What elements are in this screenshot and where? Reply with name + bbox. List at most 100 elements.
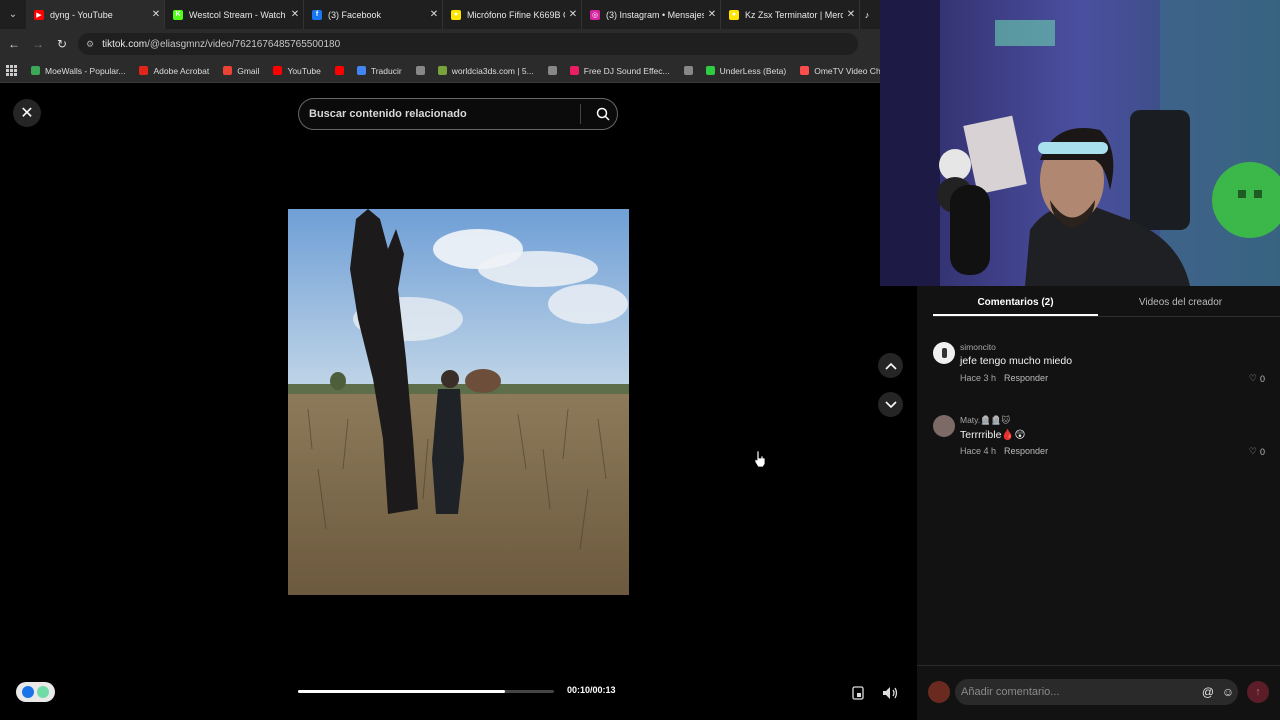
comment-text: jefe tengo mucho miedo: [960, 355, 1073, 367]
bookmark-item[interactable]: MoeWalls - Popular...: [31, 66, 125, 76]
reply-button[interactable]: Responder: [1004, 446, 1048, 456]
extension-play-icon: [22, 686, 34, 698]
bookmarks-list: MoeWalls - Popular... Adobe Acrobat Gmail Y…: [31, 66, 880, 76]
tab-close-icon[interactable]: ✕: [843, 9, 859, 20]
bookmark-label: Traducir: [370, 65, 402, 76]
send-comment-button[interactable]: ↑: [1247, 681, 1269, 703]
comment-input[interactable]: [961, 686, 1198, 698]
bookmark-item[interactable]: [334, 66, 349, 76]
bookmark-favicon-icon: [273, 66, 283, 75]
tabs-container: ▶ dyng - YouTube ✕ K Westcol Stream - Watch …: [26, 0, 860, 29]
bookmark-label: MoeWalls - Popular...: [45, 65, 126, 76]
video-player[interactable]: 00:10/00:13: [288, 84, 629, 720]
tab-comments[interactable]: Comentarios (2): [933, 286, 1098, 316]
bookmark-label: OmeTV Video Chat...: [814, 65, 880, 76]
facebook-icon: f: [312, 9, 322, 20]
browser-tab[interactable]: ▶ dyng - YouTube ✕: [26, 0, 165, 29]
tab-title: Micrófono Fifine K669B C: [467, 9, 565, 20]
apps-grid-icon[interactable]: [6, 65, 17, 76]
comment-username[interactable]: Maty.🪦🪦🐱: [960, 415, 1010, 426]
extension-badge[interactable]: [16, 682, 55, 702]
bookmarks-bar: MoeWalls - Popular... Adobe Acrobat Gmail Y…: [0, 59, 880, 83]
avatar[interactable]: [933, 415, 955, 437]
url-field[interactable]: ⚙ tiktok.com/@eliasgmnz/video/7621676485…: [78, 33, 858, 55]
tiktok-tab-icon[interactable]: ♪: [860, 10, 874, 20]
hand-cursor-icon: [754, 450, 766, 473]
tab-close-icon[interactable]: ✕: [426, 9, 442, 20]
bookmark-favicon-icon: [139, 66, 149, 75]
comment-like-button[interactable]: ♡ 0: [1249, 446, 1265, 457]
video-frame[interactable]: [288, 209, 629, 595]
video-progress-bar[interactable]: [298, 690, 554, 693]
browser-tab[interactable]: f (3) Facebook ✕: [304, 0, 443, 29]
extension-power-icon: [37, 686, 49, 698]
tab-close-icon[interactable]: ✕: [565, 9, 581, 20]
bookmark-label: worldcia3ds.com | 5...: [451, 65, 534, 76]
tab-search-icon[interactable]: ⌄: [0, 0, 26, 29]
comment-username[interactable]: simoncito: [960, 342, 996, 352]
bookmark-item[interactable]: [683, 66, 698, 76]
mention-icon[interactable]: @: [1198, 685, 1218, 699]
close-button[interactable]: ✕: [13, 99, 41, 127]
youtube-icon: ▶: [34, 9, 44, 20]
bookmark-item[interactable]: [415, 66, 430, 76]
search-divider: [580, 104, 581, 124]
heart-icon: ♡: [1248, 373, 1257, 383]
bookmark-favicon-icon: [356, 66, 366, 75]
bookmark-item[interactable]: UnderLess (Beta): [705, 65, 787, 76]
browser-tab[interactable]: ● Kz Zsx Terminator | Merca ✕: [721, 0, 860, 29]
bookmark-label: UnderLess (Beta): [719, 65, 787, 76]
tab-close-icon[interactable]: ✕: [148, 9, 164, 20]
url-host: tiktok.com: [102, 38, 148, 50]
browser-tab[interactable]: K Westcol Stream - Watch L ✕: [165, 0, 304, 29]
instagram-icon: ◎: [590, 9, 600, 20]
video-time: 00:10/00:13: [567, 685, 616, 695]
bookmark-item[interactable]: Adobe Acrobat: [139, 66, 209, 76]
browser-tab[interactable]: ● Micrófono Fifine K669B C ✕: [443, 0, 582, 29]
tab-close-icon[interactable]: ✕: [704, 9, 720, 20]
mercadolibre-icon: ●: [451, 9, 461, 20]
reload-button[interactable]: ↻: [50, 29, 74, 59]
related-search-input[interactable]: [309, 108, 580, 120]
pip-icon[interactable]: [846, 681, 870, 705]
next-video-button[interactable]: [878, 392, 903, 417]
browser-tab-strip: ⌄ ▶ dyng - YouTube ✕ K Westcol Stream - Watc…: [0, 0, 880, 29]
volume-icon[interactable]: [878, 681, 902, 705]
bookmark-item[interactable]: Gmail: [223, 66, 259, 76]
comment-like-button[interactable]: ♡ 0: [1249, 373, 1265, 384]
browser-tab[interactable]: ◎ (3) Instagram • Mensajes ✕: [582, 0, 721, 29]
bookmark-label: Gmail: [237, 65, 260, 76]
tab-close-icon[interactable]: ✕: [287, 9, 303, 20]
bookmark-favicon-icon: [683, 66, 693, 75]
bookmark-favicon-icon: [800, 66, 810, 75]
forward-button[interactable]: →: [26, 29, 50, 59]
bookmark-item[interactable]: OmeTV Video Chat...: [800, 66, 880, 76]
comment-field: @ ☺: [955, 679, 1238, 705]
site-settings-icon[interactable]: ⚙: [86, 39, 94, 50]
avatar[interactable]: [933, 342, 955, 364]
bookmark-item[interactable]: Free DJ Sound Effec...: [569, 65, 670, 76]
bookmark-item[interactable]: [547, 66, 562, 76]
panel-tabs: Comentarios (2) Videos del creador: [933, 286, 1280, 317]
comment-meta: Hace 4 h Responder: [960, 446, 1048, 456]
search-icon[interactable]: [589, 107, 617, 121]
comment-meta: Hace 3 h Responder: [960, 373, 1048, 383]
previous-video-button[interactable]: [878, 353, 903, 378]
back-button[interactable]: ←: [2, 29, 26, 59]
screen: ⌄ ▶ dyng - YouTube ✕ K Westcol Stream - Watc…: [0, 0, 1280, 720]
tab-creator-videos[interactable]: Videos del creador: [1098, 286, 1263, 316]
bookmark-item[interactable]: Traducir: [356, 65, 402, 76]
bookmark-label: Adobe Acrobat: [153, 65, 210, 76]
like-count: 0: [1259, 446, 1265, 457]
address-bar: ← → ↻ ⚙ tiktok.com/@eliasgmnz/video/7621…: [0, 29, 880, 59]
emoji-icon[interactable]: ☺: [1218, 685, 1238, 699]
bookmark-favicon-icon: [437, 66, 447, 75]
bookmark-item[interactable]: YouTube: [273, 66, 321, 76]
bookmark-label: Free DJ Sound Effec...: [583, 65, 670, 76]
tiktok-page: ✕ Buscar contenido relacionado 00:10/00:…: [0, 84, 917, 720]
reply-button[interactable]: Responder: [1004, 373, 1048, 383]
bookmark-item[interactable]: worldcia3ds.com | 5...: [437, 65, 534, 76]
my-avatar[interactable]: [928, 681, 950, 703]
tab-title: Westcol Stream - Watch L: [189, 9, 287, 20]
comment-time: Hace 4 h: [960, 446, 997, 456]
